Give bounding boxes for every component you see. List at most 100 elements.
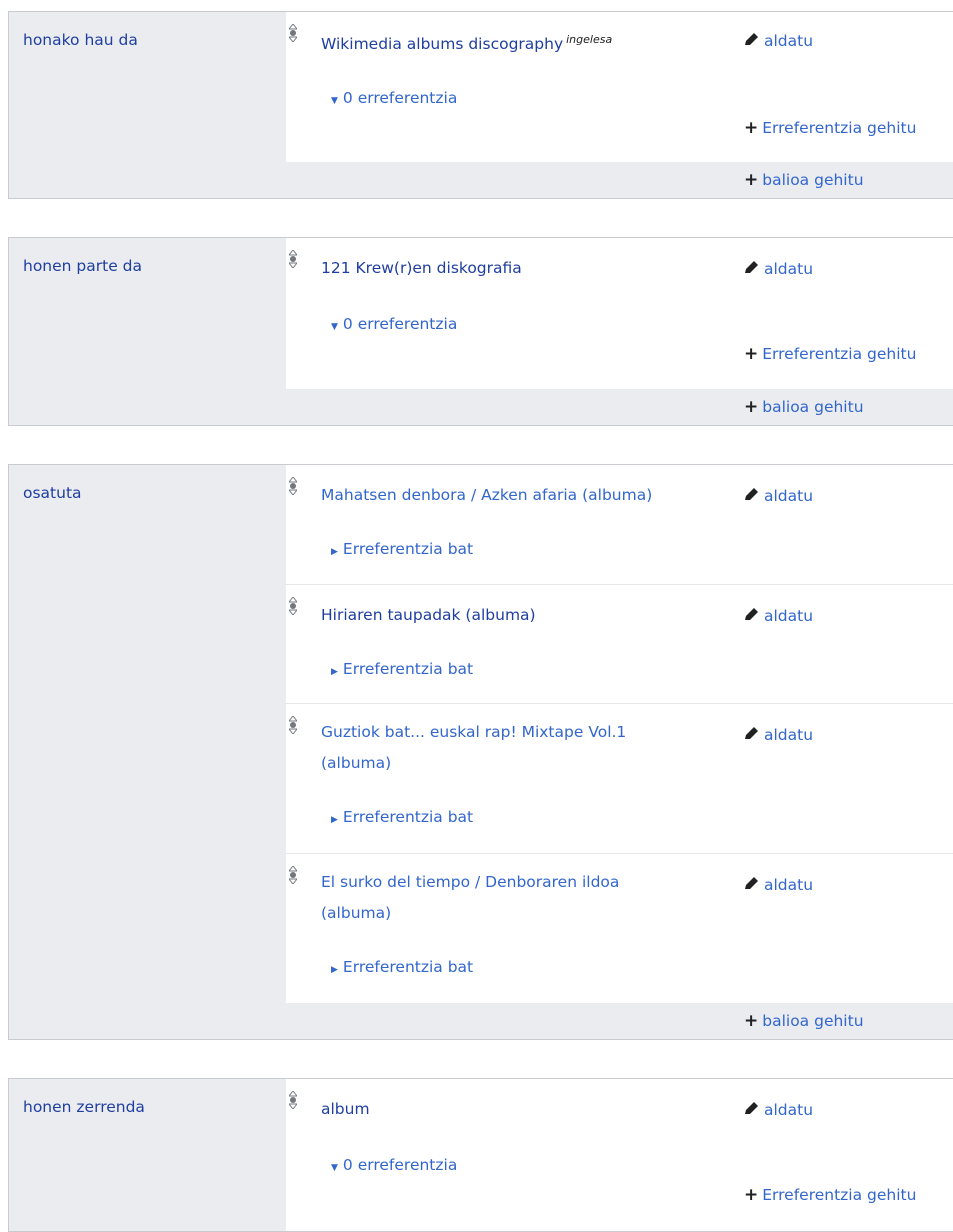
property-label: honen zerrenda bbox=[9, 1079, 286, 1231]
triangle-right-icon: ▶ bbox=[331, 815, 338, 826]
pencil-icon bbox=[743, 607, 764, 625]
pencil-icon bbox=[743, 32, 764, 50]
property-label: honako hau da bbox=[9, 12, 286, 198]
references-toggle[interactable]: ▼ 0 erreferentzia bbox=[331, 315, 457, 333]
statement-group-has-part: osatuta Mahatsen denbora / Azken afaria … bbox=[8, 464, 953, 1040]
add-value-button[interactable]: + balioa gehitu bbox=[744, 1011, 864, 1031]
value-link[interactable]: Wikimedia albums discography bbox=[321, 35, 563, 53]
statement-list: Wikimedia albums discography ingelesa ald… bbox=[286, 12, 953, 198]
edit-button[interactable]: aldatu bbox=[743, 32, 813, 50]
statement-list: Mahatsen denbora / Azken afaria (albuma)… bbox=[286, 465, 953, 1039]
plus-icon: + bbox=[744, 397, 759, 417]
statement-value: Mahatsen denbora / Azken afaria (albuma) bbox=[321, 484, 731, 506]
triangle-right-icon: ▶ bbox=[331, 964, 338, 975]
statements-page: honako hau da Wikimedia albums discograp… bbox=[0, 0, 953, 1232]
rank-selector-icon[interactable] bbox=[287, 595, 299, 616]
add-reference-label: Erreferentzia gehitu bbox=[762, 1186, 917, 1204]
pencil-icon bbox=[743, 1101, 764, 1119]
value-line-1: Guztiok bat... euskal rap! Mixtape Vol.1 bbox=[321, 723, 627, 742]
plus-icon: + bbox=[744, 1011, 759, 1032]
edit-label: aldatu bbox=[764, 32, 814, 50]
statement-value: 121 Krew(r)en diskografia bbox=[321, 257, 731, 279]
plus-icon: + bbox=[744, 1185, 759, 1205]
rank-selector-icon[interactable] bbox=[287, 864, 299, 885]
edit-button[interactable]: aldatu bbox=[743, 876, 813, 894]
value-link[interactable]: 121 Krew(r)en diskografia bbox=[321, 259, 522, 277]
references-toggle[interactable]: ▼ 0 erreferentzia bbox=[331, 1156, 457, 1174]
add-reference-button[interactable]: + Erreferentzia gehitu bbox=[744, 118, 916, 138]
add-value-row: + balioa gehitu bbox=[286, 162, 953, 198]
add-value-label: balioa gehitu bbox=[762, 1012, 864, 1031]
value-link[interactable]: Guztiok bat... euskal rap! Mixtape Vol.1… bbox=[321, 723, 626, 772]
pencil-icon bbox=[743, 260, 764, 278]
edit-button[interactable]: aldatu bbox=[743, 726, 813, 744]
statement-group-list-of: honen zerrenda album aldatu ▼ 0 erreferen… bbox=[8, 1078, 953, 1232]
property-link[interactable]: honen parte da bbox=[23, 257, 142, 275]
references-toggle[interactable]: ▶ Erreferentzia bat bbox=[331, 660, 473, 678]
references-toggle[interactable]: ▼ 0 erreferentzia bbox=[331, 89, 457, 107]
statement-group-part-of: honen parte da 121 Krew(r)en diskografia… bbox=[8, 237, 953, 426]
references-count: Erreferentzia bat bbox=[342, 540, 474, 558]
references-count: Erreferentzia bat bbox=[342, 957, 474, 976]
references-toggle[interactable]: ▶ Erreferentzia bat bbox=[331, 958, 473, 976]
statement-value: El surko del tiempo / Denboraren ildoa (a… bbox=[321, 867, 731, 929]
statement-value: Hiriaren taupadak (albuma) bbox=[321, 604, 731, 626]
references-toggle[interactable]: ▶ Erreferentzia bat bbox=[331, 540, 473, 558]
triangle-down-icon: ▼ bbox=[331, 96, 338, 106]
statement-group-instance-of: honako hau da Wikimedia albums discograp… bbox=[8, 11, 953, 199]
value-link[interactable]: album bbox=[321, 1100, 370, 1118]
references-count: 0 erreferentzia bbox=[342, 89, 458, 107]
value-link[interactable]: Mahatsen denbora / Azken afaria (albuma) bbox=[321, 486, 652, 504]
add-value-button[interactable]: + balioa gehitu bbox=[744, 170, 864, 190]
value-line-2: (albuma) bbox=[321, 903, 392, 922]
add-reference-button[interactable]: + Erreferentzia gehitu bbox=[744, 344, 916, 364]
add-value-label: balioa gehitu bbox=[762, 398, 864, 416]
statement: Hiriaren taupadak (albuma) aldatu ▶ Erref… bbox=[286, 584, 953, 705]
property-link[interactable]: honako hau da bbox=[23, 31, 138, 49]
statement-value: album bbox=[321, 1098, 731, 1120]
add-reference-button[interactable]: + Erreferentzia gehitu bbox=[744, 1185, 916, 1205]
edit-button[interactable]: aldatu bbox=[743, 487, 813, 505]
triangle-right-icon: ▶ bbox=[331, 666, 338, 677]
references-count: 0 erreferentzia bbox=[342, 1156, 458, 1174]
references-count: 0 erreferentzia bbox=[342, 315, 458, 333]
edit-label: aldatu bbox=[764, 726, 814, 745]
value-link[interactable]: El surko del tiempo / Denboraren ildoa (a… bbox=[321, 873, 619, 922]
rank-selector-icon[interactable] bbox=[287, 23, 299, 43]
edit-button[interactable]: aldatu bbox=[743, 1101, 813, 1119]
property-link[interactable]: honen zerrenda bbox=[23, 1098, 145, 1116]
rank-selector-icon[interactable] bbox=[287, 1090, 299, 1110]
rank-selector-icon[interactable] bbox=[287, 249, 299, 269]
statement: album aldatu ▼ 0 erreferentzia + Errefere… bbox=[286, 1079, 953, 1231]
statement-value: Guztiok bat... euskal rap! Mixtape Vol.1… bbox=[321, 717, 731, 779]
edit-button[interactable]: aldatu bbox=[743, 260, 813, 278]
edit-label: aldatu bbox=[764, 606, 814, 625]
value-link[interactable]: Hiriaren taupadak (albuma) bbox=[321, 606, 536, 624]
add-reference-label: Erreferentzia gehitu bbox=[762, 345, 917, 363]
add-value-button[interactable]: + balioa gehitu bbox=[744, 397, 864, 417]
edit-label: aldatu bbox=[764, 1101, 814, 1119]
edit-button[interactable]: aldatu bbox=[743, 607, 813, 625]
plus-icon: + bbox=[744, 170, 759, 190]
references-count: Erreferentzia bat bbox=[342, 659, 474, 678]
triangle-down-icon: ▼ bbox=[331, 1163, 338, 1173]
pencil-icon bbox=[743, 726, 764, 744]
property-label: honen parte da bbox=[9, 238, 286, 425]
add-reference-label: Erreferentzia gehitu bbox=[762, 119, 917, 137]
language-indicator: ingelesa bbox=[566, 33, 613, 46]
references-toggle[interactable]: ▶ Erreferentzia bat bbox=[331, 808, 473, 826]
rank-selector-icon[interactable] bbox=[287, 476, 299, 496]
statement: Guztiok bat... euskal rap! Mixtape Vol.1… bbox=[286, 704, 953, 854]
statement: El surko del tiempo / Denboraren ildoa (a… bbox=[286, 853, 953, 1004]
statement-list: 121 Krew(r)en diskografia aldatu ▼ 0 erre… bbox=[286, 238, 953, 425]
plus-icon: + bbox=[744, 118, 759, 138]
statement: 121 Krew(r)en diskografia aldatu ▼ 0 erre… bbox=[286, 238, 953, 389]
rank-selector-icon[interactable] bbox=[287, 715, 299, 735]
add-value-label: balioa gehitu bbox=[762, 171, 864, 189]
value-line-2: (albuma) bbox=[321, 754, 392, 773]
statement: Mahatsen denbora / Azken afaria (albuma)… bbox=[286, 465, 953, 585]
value-line-1: El surko del tiempo / Denboraren ildoa bbox=[321, 872, 620, 891]
plus-icon: + bbox=[744, 344, 759, 364]
add-value-row: + balioa gehitu bbox=[286, 1003, 953, 1039]
property-link[interactable]: osatuta bbox=[23, 484, 82, 502]
